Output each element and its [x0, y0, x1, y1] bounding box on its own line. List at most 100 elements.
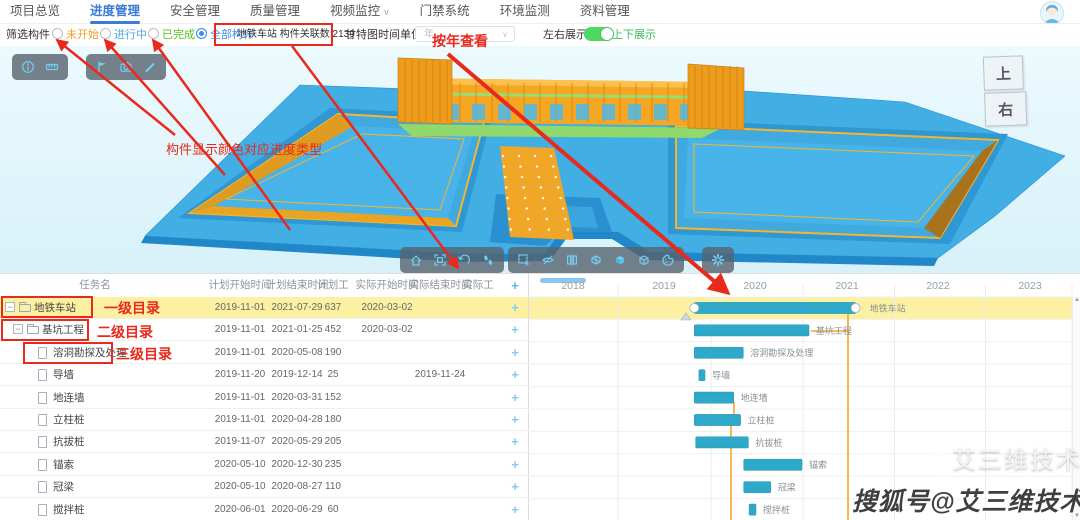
- view-cube[interactable]: 上 右: [983, 55, 1027, 126]
- table-row[interactable]: 抗拔桩2019-11-072020-05-29205+: [0, 431, 528, 453]
- scroll-up-icon[interactable]: ▲: [1073, 297, 1080, 303]
- add-column-button[interactable]: +: [505, 274, 525, 297]
- viewer-button-home[interactable]: [406, 250, 426, 270]
- cube-icon: [613, 253, 627, 267]
- row-add-button[interactable]: +: [505, 387, 525, 409]
- radio-icon: [196, 28, 207, 39]
- gantt-bar[interactable]: [744, 482, 771, 493]
- row-add-button[interactable]: +: [505, 342, 525, 364]
- structure-left-tower: [398, 58, 452, 124]
- app-window: 项目总览进度管理安全管理质量管理视频监控∨门禁系统环境监测资料管理 筛选构件 未…: [0, 0, 1080, 520]
- viewer-button-undo[interactable]: [454, 250, 474, 270]
- nav-item-project-overview[interactable]: 项目总览: [10, 0, 60, 24]
- nav-item-label: 资料管理: [580, 4, 630, 18]
- viewer-button-info[interactable]: [18, 57, 38, 77]
- gantt-bar[interactable]: [694, 302, 855, 313]
- cell-actual_days: [458, 319, 498, 341]
- status-radio-0[interactable]: 未开始: [52, 24, 99, 46]
- column-header-0: 任务名: [60, 274, 130, 297]
- table-row[interactable]: 导墙2019-11-202019-12-14252019-11-24+: [0, 364, 528, 386]
- cell-actual_days: [458, 387, 498, 409]
- model-3d-scene: [0, 46, 1080, 273]
- gantt-bar[interactable]: [696, 437, 749, 448]
- layout-toggle[interactable]: [584, 27, 614, 41]
- gantt-milestone-triangle: [681, 313, 691, 320]
- gantt-bar[interactable]: [694, 347, 743, 358]
- gantt-start-handle[interactable]: [690, 304, 699, 313]
- gantt-bar-label: 立柱桩: [748, 414, 775, 425]
- cell-actual_days: [458, 364, 498, 386]
- table-row[interactable]: −基坑工程2019-11-012021-01-254522020-03-02+: [0, 319, 528, 341]
- doc-icon: [38, 459, 47, 471]
- viewer-button-wireframe-cube[interactable]: [634, 250, 654, 270]
- gantt-bar[interactable]: [694, 414, 740, 425]
- camera-icon: [119, 60, 133, 74]
- view-cube-top[interactable]: 上: [983, 55, 1024, 90]
- nav-item-progress[interactable]: 进度管理: [90, 0, 140, 24]
- viewer-button-paint[interactable]: [658, 250, 678, 270]
- table-row[interactable]: 立柱桩2019-11-012020-04-28180+: [0, 409, 528, 431]
- status-radio-1[interactable]: 进行中: [100, 24, 147, 46]
- table-row[interactable]: 冠梁2020-05-102020-08-27110+: [0, 476, 528, 498]
- cell-plan_days: 452: [313, 319, 353, 341]
- row-add-button[interactable]: +: [505, 297, 525, 319]
- task-name: 导墙: [53, 364, 74, 386]
- viewer-button-hide[interactable]: [538, 250, 558, 270]
- gantt-unit-select[interactable]: 年 ∨: [415, 26, 515, 42]
- model-viewport[interactable]: 上 右: [0, 46, 1080, 273]
- row-add-button[interactable]: +: [505, 409, 525, 431]
- row-add-button[interactable]: +: [505, 476, 525, 498]
- status-radio-2[interactable]: 已完成: [148, 24, 195, 46]
- gantt-end-handle[interactable]: [851, 304, 860, 313]
- row-add-button[interactable]: +: [505, 319, 525, 341]
- gantt-bar[interactable]: [744, 459, 802, 470]
- viewer-button-flag[interactable]: [92, 57, 112, 77]
- viewer-button-select-box[interactable]: [514, 250, 534, 270]
- station-link-count: 地铁车站 构件关联数:2139: [237, 24, 355, 46]
- row-add-button[interactable]: +: [505, 431, 525, 453]
- table-row[interactable]: 地连墙2019-11-012020-03-31152+: [0, 387, 528, 409]
- nav-item-label: 质量管理: [250, 4, 300, 18]
- hide-icon: [541, 253, 555, 267]
- nav-item-video[interactable]: 视频监控∨: [330, 0, 390, 24]
- viewer-button-cube[interactable]: [610, 250, 630, 270]
- nav-item-access[interactable]: 门禁系统: [420, 0, 470, 24]
- table-row[interactable]: −地铁车站2019-11-012021-07-296372020-03-02+: [0, 297, 528, 319]
- viewer-button-camera[interactable]: [116, 57, 136, 77]
- expand-toggle[interactable]: −: [13, 324, 23, 334]
- row-add-button[interactable]: +: [505, 364, 525, 386]
- viewer-button-section[interactable]: [562, 250, 582, 270]
- radio-icon: [100, 28, 111, 39]
- nav-item-environment[interactable]: 环境监测: [500, 0, 550, 24]
- home-icon: [409, 253, 423, 267]
- table-row[interactable]: 锚索2020-05-102020-12-30235+: [0, 454, 528, 476]
- row-add-button[interactable]: +: [505, 454, 525, 476]
- gantt-bar[interactable]: [694, 325, 809, 336]
- gantt-vertical-scrollbar[interactable]: ▲ ▼: [1072, 297, 1080, 520]
- nav-item-documents[interactable]: 资料管理: [580, 0, 630, 24]
- cell-plan_days: 235: [313, 454, 353, 476]
- row-add-button[interactable]: +: [505, 499, 525, 520]
- gantt-bar[interactable]: [699, 370, 705, 381]
- viewer-button-section-box[interactable]: [586, 250, 606, 270]
- expand-toggle[interactable]: −: [5, 302, 15, 312]
- nav-item-label: 项目总览: [10, 4, 60, 18]
- viewer-button-pencil[interactable]: [140, 57, 160, 77]
- viewer-button-walk[interactable]: [478, 250, 498, 270]
- table-row[interactable]: 溶洞勘探及处理2019-11-012020-05-08190+: [0, 342, 528, 364]
- viewer-button-fit[interactable]: [430, 250, 450, 270]
- user-avatar[interactable]: [1040, 1, 1064, 25]
- table-row[interactable]: 搅拌桩2020-06-012020-06-2960+: [0, 499, 528, 520]
- scroll-down-icon[interactable]: ▼: [1073, 513, 1080, 519]
- gantt-bar[interactable]: [749, 504, 756, 515]
- gantt-bar[interactable]: [694, 392, 733, 403]
- cell-plan_days: 60: [313, 499, 353, 520]
- status-radio-label: 已完成: [162, 29, 195, 41]
- viewer-button-settings[interactable]: [708, 250, 728, 270]
- gantt-chart[interactable]: 地铁车站基坑工程溶洞勘探及处理导墙地连墙立柱桩抗拔桩锚索冠梁搅拌桩: [528, 274, 1080, 520]
- view-cube-side[interactable]: 右: [984, 91, 1027, 126]
- nav-item-safety[interactable]: 安全管理: [170, 0, 220, 24]
- folder-icon: [27, 326, 39, 334]
- nav-item-quality[interactable]: 质量管理: [250, 0, 300, 24]
- viewer-button-ruler[interactable]: [42, 57, 62, 77]
